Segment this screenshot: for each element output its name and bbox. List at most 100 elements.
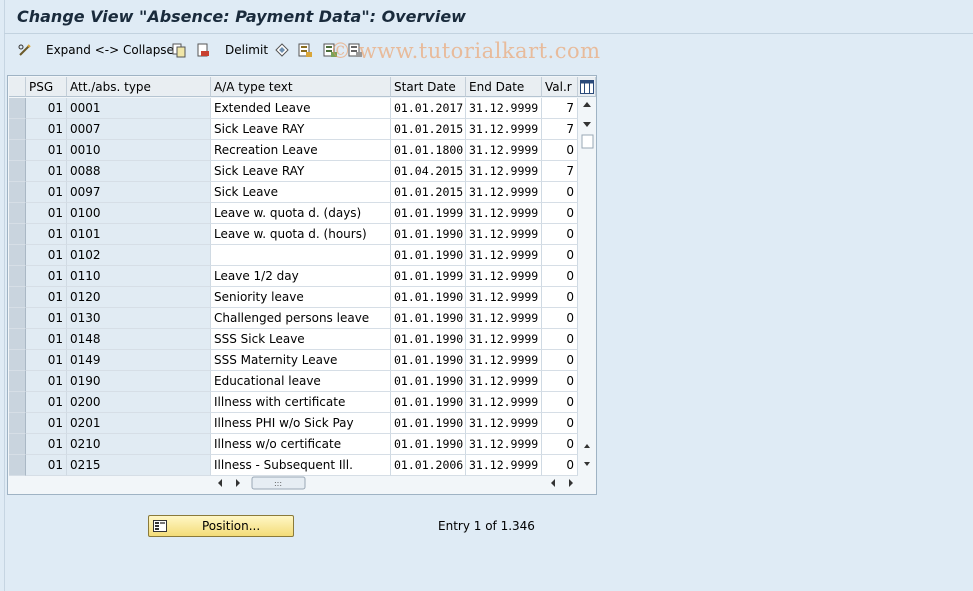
row-selector[interactable] (9, 98, 26, 119)
cell-start-date[interactable]: 01.01.1990 (391, 245, 466, 266)
delimit-button[interactable]: Delimit (225, 40, 268, 60)
cell-valr[interactable]: 0 (542, 182, 578, 203)
row-selector[interactable] (9, 413, 26, 434)
cell-end-date[interactable]: 31.12.9999 (466, 182, 542, 203)
cell-valr[interactable]: 0 (542, 434, 578, 455)
cell-start-date[interactable]: 01.01.2006 (391, 455, 466, 476)
cell-aa-type-text[interactable]: Sick Leave (211, 182, 391, 203)
cell-valr[interactable]: 0 (542, 350, 578, 371)
cell-att-abs-type[interactable]: 0120 (67, 287, 211, 308)
cell-aa-type-text[interactable]: SSS Maternity Leave (211, 350, 391, 371)
cell-psg[interactable]: 01 (26, 224, 67, 245)
cell-psg[interactable]: 01 (26, 140, 67, 161)
cell-start-date[interactable]: 01.01.1990 (391, 413, 466, 434)
cell-psg[interactable]: 01 (26, 350, 67, 371)
row-selector[interactable] (9, 329, 26, 350)
cell-aa-type-text[interactable]: Sick Leave RAY (211, 161, 391, 182)
cell-valr[interactable]: 7 (542, 119, 578, 140)
cell-psg[interactable]: 01 (26, 98, 67, 119)
cell-valr[interactable]: 0 (542, 224, 578, 245)
expand-collapse-button[interactable]: Expand <-> Collapse (46, 40, 174, 60)
cell-aa-type-text[interactable]: Recreation Leave (211, 140, 391, 161)
cell-end-date[interactable]: 31.12.9999 (466, 119, 542, 140)
cell-valr[interactable]: 7 (542, 98, 578, 119)
row-selector[interactable] (9, 119, 26, 140)
table-row[interactable]: 01 0110 Leave 1/2 day 01.01.1999 31.12.9999 0 (9, 266, 578, 287)
cell-start-date[interactable]: 01.01.1990 (391, 434, 466, 455)
cell-psg[interactable]: 01 (26, 245, 67, 266)
cell-psg[interactable]: 01 (26, 308, 67, 329)
cell-end-date[interactable]: 31.12.9999 (466, 224, 542, 245)
cell-valr[interactable]: 0 (542, 245, 578, 266)
cell-att-abs-type[interactable]: 0200 (67, 392, 211, 413)
table-row[interactable]: 01 0201 Illness PHI w/o Sick Pay 01.01.1990… (9, 413, 578, 434)
row-selector[interactable] (9, 266, 26, 287)
cell-end-date[interactable]: 31.12.9999 (466, 434, 542, 455)
new-entries-button[interactable] (171, 40, 187, 60)
table-row[interactable]: 01 0001 Extended Leave 01.01.2017 31.12.9999… (9, 98, 578, 119)
cell-att-abs-type[interactable]: 0110 (67, 266, 211, 287)
cell-end-date[interactable]: 31.12.9999 (466, 350, 542, 371)
row-selector[interactable] (9, 182, 26, 203)
cell-start-date[interactable]: 01.01.1990 (391, 287, 466, 308)
cell-att-abs-type[interactable]: 0100 (67, 203, 211, 224)
cell-psg[interactable]: 01 (26, 392, 67, 413)
cell-start-date[interactable]: 01.01.1990 (391, 371, 466, 392)
row-selector[interactable] (9, 371, 26, 392)
position-button[interactable]: Position... (148, 515, 294, 537)
select-all-rows-header[interactable] (9, 77, 26, 97)
cell-att-abs-type[interactable]: 0007 (67, 119, 211, 140)
cell-end-date[interactable]: 31.12.9999 (466, 308, 542, 329)
table-row[interactable]: 01 0101 Leave w. quota d. (hours) 01.01.199… (9, 224, 578, 245)
row-selector[interactable] (9, 350, 26, 371)
table-row[interactable]: 01 0200 Illness with certificate 01.01.1990… (9, 392, 578, 413)
cell-aa-type-text[interactable]: Challenged persons leave (211, 308, 391, 329)
cell-aa-type-text[interactable]: Educational leave (211, 371, 391, 392)
table-row[interactable]: 01 0100 Leave w. quota d. (days) 01.01.1999… (9, 203, 578, 224)
cell-valr[interactable]: 0 (542, 329, 578, 350)
cell-start-date[interactable]: 01.01.1990 (391, 224, 466, 245)
cell-start-date[interactable]: 01.01.1800 (391, 140, 466, 161)
cell-start-date[interactable]: 01.01.1990 (391, 392, 466, 413)
cell-att-abs-type[interactable]: 0102 (67, 245, 211, 266)
cell-start-date[interactable]: 01.01.1990 (391, 350, 466, 371)
cell-start-date[interactable]: 01.04.2015 (391, 161, 466, 182)
column-header-end-date[interactable]: End Date (466, 77, 542, 97)
cell-start-date[interactable]: 01.01.1999 (391, 266, 466, 287)
cell-end-date[interactable]: 31.12.9999 (466, 140, 542, 161)
column-header-att-abs-type[interactable]: Att./abs. type (67, 77, 211, 97)
cell-psg[interactable]: 01 (26, 287, 67, 308)
table-row[interactable]: 01 0149 SSS Maternity Leave 01.01.1990 31.12… (9, 350, 578, 371)
cell-psg[interactable]: 01 (26, 329, 67, 350)
table-row[interactable]: 01 0210 Illness w/o certificate 01.01.1990 3… (9, 434, 578, 455)
column-header-valr[interactable]: Val.r (542, 77, 578, 97)
cell-end-date[interactable]: 31.12.9999 (466, 203, 542, 224)
column-header-start-date[interactable]: Start Date (391, 77, 466, 97)
cell-psg[interactable]: 01 (26, 182, 67, 203)
row-selector[interactable] (9, 434, 26, 455)
cell-valr[interactable]: 0 (542, 266, 578, 287)
cell-psg[interactable]: 01 (26, 119, 67, 140)
cell-end-date[interactable]: 31.12.9999 (466, 287, 542, 308)
row-selector[interactable] (9, 392, 26, 413)
cell-aa-type-text[interactable]: Sick Leave RAY (211, 119, 391, 140)
table-row[interactable]: 01 0007 Sick Leave RAY 01.01.2015 31.12.9999… (9, 119, 578, 140)
cell-end-date[interactable]: 31.12.9999 (466, 371, 542, 392)
cell-aa-type-text[interactable]: Illness PHI w/o Sick Pay (211, 413, 391, 434)
cell-end-date[interactable]: 31.12.9999 (466, 329, 542, 350)
cell-valr[interactable]: 0 (542, 287, 578, 308)
delete-button[interactable] (195, 40, 211, 60)
cell-valr[interactable]: 0 (542, 140, 578, 161)
table-settings-button[interactable] (578, 77, 596, 97)
cell-end-date[interactable]: 31.12.9999 (466, 392, 542, 413)
cell-valr[interactable]: 0 (542, 413, 578, 434)
cell-valr[interactable]: 0 (542, 203, 578, 224)
cell-end-date[interactable]: 31.12.9999 (466, 455, 542, 476)
cell-att-abs-type[interactable]: 0097 (67, 182, 211, 203)
cell-att-abs-type[interactable]: 0101 (67, 224, 211, 245)
horizontal-scrollbar[interactable]: ::: (214, 475, 576, 491)
cell-aa-type-text[interactable]: SSS Sick Leave (211, 329, 391, 350)
cell-att-abs-type[interactable]: 0088 (67, 161, 211, 182)
cell-aa-type-text[interactable]: Leave 1/2 day (211, 266, 391, 287)
vertical-scrollbar[interactable] (579, 98, 596, 473)
